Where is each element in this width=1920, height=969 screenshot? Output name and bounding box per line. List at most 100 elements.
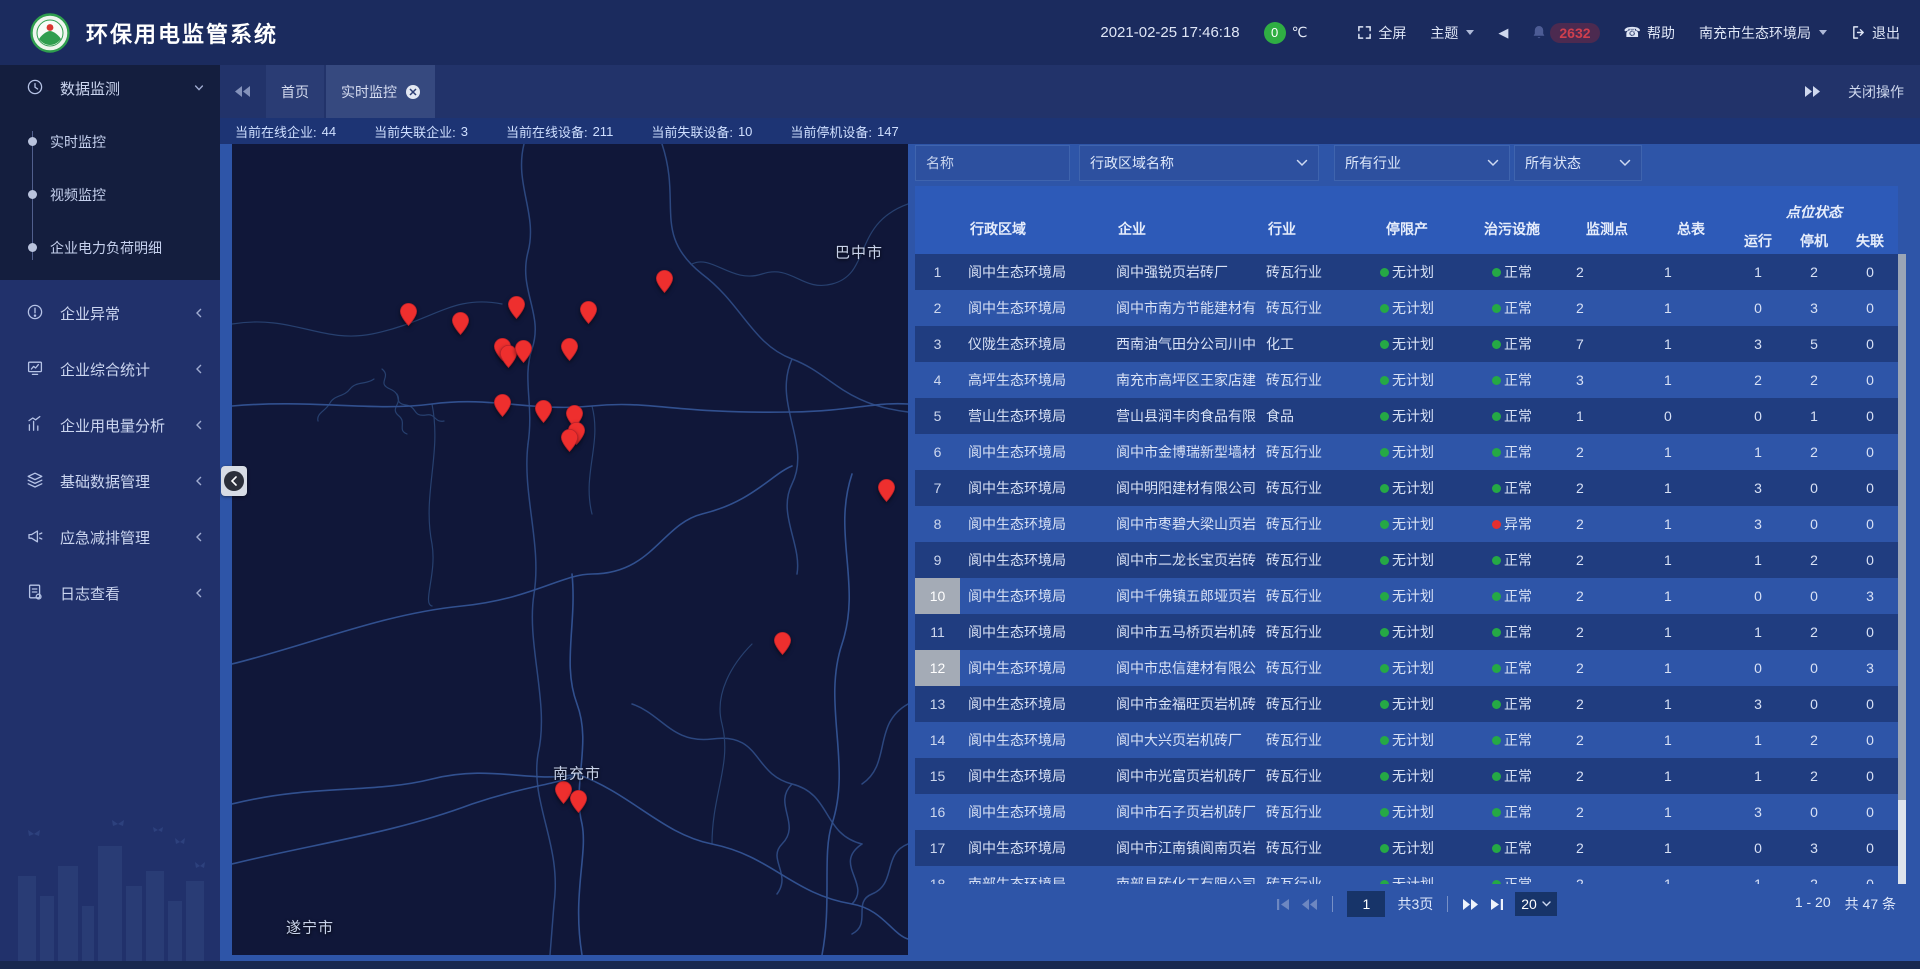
facility-status-cell: 正常 bbox=[1462, 838, 1562, 858]
sidebar-item-label: 基础数据管理 bbox=[60, 471, 150, 492]
theme-dropdown[interactable]: 主题 bbox=[1430, 23, 1474, 43]
table-row[interactable]: 17 阆中生态环境局 阆中市江南镇阆南页岩 砖瓦行业 无计划 正常 2 1 0 … bbox=[915, 830, 1898, 866]
table-row[interactable]: 13 阆中生态环境局 阆中市金福旺页岩机砖 砖瓦行业 无计划 正常 2 1 3 … bbox=[915, 686, 1898, 722]
limit-status-cell: 无计划 bbox=[1352, 550, 1462, 570]
tab-首页[interactable]: 首页 bbox=[266, 65, 324, 118]
status-dot-icon bbox=[1492, 448, 1501, 457]
sidebar-item[interactable]: 日志查看 bbox=[0, 570, 220, 616]
tab-实时监控[interactable]: 实时监控 bbox=[326, 65, 435, 118]
horizontal-scrollbar[interactable] bbox=[0, 961, 1920, 969]
fullscreen-button[interactable]: 全屏 bbox=[1357, 23, 1406, 43]
stop-count-cell: 0 bbox=[1786, 660, 1842, 676]
sidebar-item-label: 企业用电量分析 bbox=[60, 415, 165, 436]
scrollbar-thumb[interactable] bbox=[1898, 254, 1906, 800]
org-dropdown[interactable]: 南充市生态环境局 bbox=[1699, 23, 1827, 43]
run-count-cell: 1 bbox=[1730, 624, 1786, 640]
table-row[interactable]: 16 阆中生态环境局 阆中市石子页岩机砖厂 砖瓦行业 无计划 正常 2 1 3 … bbox=[915, 794, 1898, 830]
map-pin-icon[interactable] bbox=[508, 296, 525, 319]
tab-close-icon[interactable] bbox=[406, 85, 420, 99]
map-pin-icon[interactable] bbox=[515, 340, 532, 363]
sidebar-item[interactable]: 企业用电量分析 bbox=[0, 402, 220, 448]
map-pin-icon[interactable] bbox=[656, 270, 673, 293]
table-row[interactable]: 2 阆中生态环境局 阆中市南方节能建材有 砖瓦行业 无计划 正常 2 1 0 3… bbox=[915, 290, 1898, 326]
limit-status-cell: 无计划 bbox=[1352, 658, 1462, 678]
sidebar-item-label: 数据监测 bbox=[60, 78, 120, 99]
prev-page-button[interactable] bbox=[1302, 899, 1318, 910]
sidebar-subitem[interactable]: 实时监控 bbox=[0, 115, 220, 168]
status-dot-icon bbox=[1492, 700, 1501, 709]
table-row[interactable]: 14 阆中生态环境局 阆中大兴页岩机砖厂 砖瓦行业 无计划 正常 2 1 1 2… bbox=[915, 722, 1898, 758]
status-dot-icon bbox=[1380, 520, 1389, 529]
notifications-button[interactable]: 2632 bbox=[1532, 23, 1599, 43]
phone-icon: ☎ bbox=[1624, 24, 1641, 41]
table-row[interactable]: 5 营山生态环境局 营山县润丰肉食品有限 食品 无计划 正常 1 0 0 1 0 bbox=[915, 398, 1898, 434]
sidebar-item[interactable]: 企业异常 bbox=[0, 290, 220, 336]
sidebar-item-label: 日志查看 bbox=[60, 583, 120, 604]
sidebar-subitem[interactable]: 企业电力负荷明细 bbox=[0, 221, 220, 274]
map-canvas[interactable]: 巴中市南充市遂宁市 bbox=[232, 144, 908, 955]
status-dot-icon bbox=[1380, 736, 1389, 745]
table-row[interactable]: 9 阆中生态环境局 阆中市二龙长宝页岩砖 砖瓦行业 无计划 正常 2 1 1 2… bbox=[915, 542, 1898, 578]
divider bbox=[1332, 896, 1333, 912]
close-operations-button[interactable]: 关闭操作 bbox=[1848, 82, 1904, 102]
region-cell: 阆中生态环境局 bbox=[960, 730, 1110, 750]
sidebar-item[interactable]: 数据监测 bbox=[0, 65, 220, 111]
map-pin-icon[interactable] bbox=[494, 394, 511, 417]
table-row[interactable]: 10 阆中生态环境局 阆中千佛镇五郎垭页岩 砖瓦行业 无计划 正常 2 1 0 … bbox=[915, 578, 1898, 614]
map-pin-icon[interactable] bbox=[452, 312, 469, 335]
map-pin-icon[interactable] bbox=[400, 303, 417, 326]
table-row[interactable]: 4 高坪生态环境局 南充市高坪区王家店建 砖瓦行业 无计划 正常 3 1 2 2… bbox=[915, 362, 1898, 398]
map-pin-icon[interactable] bbox=[878, 479, 895, 502]
help-button[interactable]: ☎ 帮助 bbox=[1624, 23, 1675, 43]
next-page-button[interactable] bbox=[1462, 899, 1478, 910]
tabs-scroll-right-button[interactable] bbox=[1804, 86, 1820, 97]
map-pin-icon[interactable] bbox=[535, 400, 552, 423]
sidebar-subitem[interactable]: 视频监控 bbox=[0, 168, 220, 221]
collapse-sound-button[interactable]: ◀ bbox=[1498, 25, 1508, 41]
sidebar-item[interactable]: 基础数据管理 bbox=[0, 458, 220, 504]
stat-value: 10 bbox=[738, 124, 752, 139]
sidebar-item[interactable]: 企业综合统计 bbox=[0, 346, 220, 392]
first-page-button[interactable] bbox=[1277, 899, 1290, 910]
table-scrollbar[interactable] bbox=[1898, 254, 1906, 884]
sidebar-item[interactable]: 应急减排管理 bbox=[0, 514, 220, 560]
tabs-scroll-left-button[interactable] bbox=[220, 65, 266, 118]
page-number-input[interactable] bbox=[1347, 891, 1385, 917]
table-row[interactable]: 15 阆中生态环境局 阆中市光富页岩机砖厂 砖瓦行业 无计划 正常 2 1 1 … bbox=[915, 758, 1898, 794]
name-filter-input[interactable] bbox=[915, 145, 1070, 181]
last-page-button[interactable] bbox=[1490, 899, 1503, 910]
table-row[interactable]: 3 仪陇生态环境局 西南油气田分公司川中 化工 无计划 正常 7 1 3 5 0 bbox=[915, 326, 1898, 362]
map-markers: 巴中市南充市遂宁市 bbox=[232, 144, 908, 955]
table-row[interactable]: 11 阆中生态环境局 阆中市五马桥页岩机砖 砖瓦行业 无计划 正常 2 1 1 … bbox=[915, 614, 1898, 650]
map-pin-icon[interactable] bbox=[580, 301, 597, 324]
meter-cell: 1 bbox=[1652, 876, 1730, 884]
table-row[interactable]: 7 阆中生态环境局 阆中明阳建材有限公司 砖瓦行业 无计划 正常 2 1 3 0… bbox=[915, 470, 1898, 506]
status-filter-select[interactable]: 所有状态 bbox=[1514, 145, 1642, 181]
map-pin-icon[interactable] bbox=[561, 338, 578, 361]
stat-label: 当前失联设备: bbox=[651, 122, 733, 141]
table-row[interactable]: 1 阆中生态环境局 阆中强锐页岩砖厂 砖瓦行业 无计划 正常 2 1 1 2 0 bbox=[915, 254, 1898, 290]
run-count-cell: 2 bbox=[1730, 372, 1786, 388]
status-dot-icon bbox=[1380, 484, 1389, 493]
table-row[interactable]: 12 阆中生态环境局 阆中市忠信建材有限公 砖瓦行业 无计划 正常 2 1 0 … bbox=[915, 650, 1898, 686]
region-filter-select[interactable]: 行政区域名称 bbox=[1079, 145, 1319, 181]
map-pin-icon[interactable] bbox=[570, 790, 587, 813]
table-row[interactable]: 18 南部生态环境局 南部县砖化工有限公司 砖瓦行业 无计划 正常 2 1 1 … bbox=[915, 866, 1898, 884]
logout-button[interactable]: 退出 bbox=[1851, 23, 1900, 43]
run-count-cell: 3 bbox=[1730, 480, 1786, 496]
table-row[interactable]: 8 阆中生态环境局 阆中市枣碧大梁山页岩 砖瓦行业 无计划 异常 2 1 3 0… bbox=[915, 506, 1898, 542]
map-pin-icon[interactable] bbox=[774, 632, 791, 655]
map-collapse-toggle[interactable] bbox=[221, 466, 247, 496]
industry-filter-select[interactable]: 所有行业 bbox=[1334, 145, 1510, 181]
run-count-cell: 1 bbox=[1730, 876, 1786, 884]
stop-count-cell: 2 bbox=[1786, 624, 1842, 640]
table-row[interactable]: 6 阆中生态环境局 阆中市金博瑞新型墙材 砖瓦行业 无计划 正常 2 1 1 2… bbox=[915, 434, 1898, 470]
chevron-left-icon bbox=[194, 473, 204, 490]
map-pin-icon[interactable] bbox=[561, 429, 578, 452]
log-icon bbox=[26, 583, 46, 603]
status-dot-icon bbox=[1492, 556, 1501, 565]
temperature-indicator: 0 ℃ bbox=[1264, 22, 1308, 44]
sidebar-item-label: 企业综合统计 bbox=[60, 359, 150, 380]
page-size-select[interactable]: 20 bbox=[1515, 892, 1557, 916]
chevron-down-icon bbox=[1296, 159, 1308, 167]
